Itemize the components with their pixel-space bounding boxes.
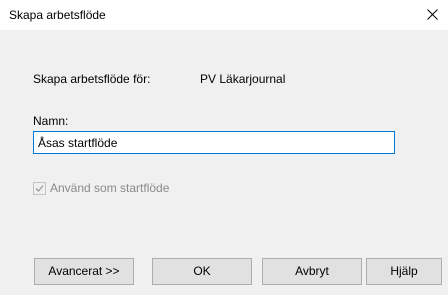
help-button[interactable]: Hjälp bbox=[366, 258, 442, 285]
workflow-for-label: Skapa arbetsflöde för: bbox=[33, 72, 151, 86]
workflow-for-value: PV Läkarjournal bbox=[200, 72, 286, 86]
name-label: Namn: bbox=[33, 114, 69, 128]
checkmark-icon bbox=[35, 184, 44, 192]
close-icon bbox=[427, 9, 438, 20]
dialog-window: Skapa arbetsflöde Skapa arbetsflöde för:… bbox=[0, 0, 448, 295]
use-as-start-checkbox bbox=[33, 181, 46, 195]
name-input[interactable] bbox=[33, 131, 395, 154]
cancel-button[interactable]: Avbryt bbox=[262, 258, 362, 285]
close-button[interactable] bbox=[414, 0, 448, 30]
window-title: Skapa arbetsflöde bbox=[9, 8, 106, 22]
advanced-button[interactable]: Avancerat >> bbox=[34, 258, 134, 285]
use-as-start-label: Använd som startflöde bbox=[50, 181, 170, 195]
use-as-start-checkbox-row: Använd som startflöde bbox=[33, 180, 169, 196]
ok-button[interactable]: OK bbox=[152, 258, 252, 285]
title-bar[interactable]: Skapa arbetsflöde bbox=[0, 0, 448, 30]
